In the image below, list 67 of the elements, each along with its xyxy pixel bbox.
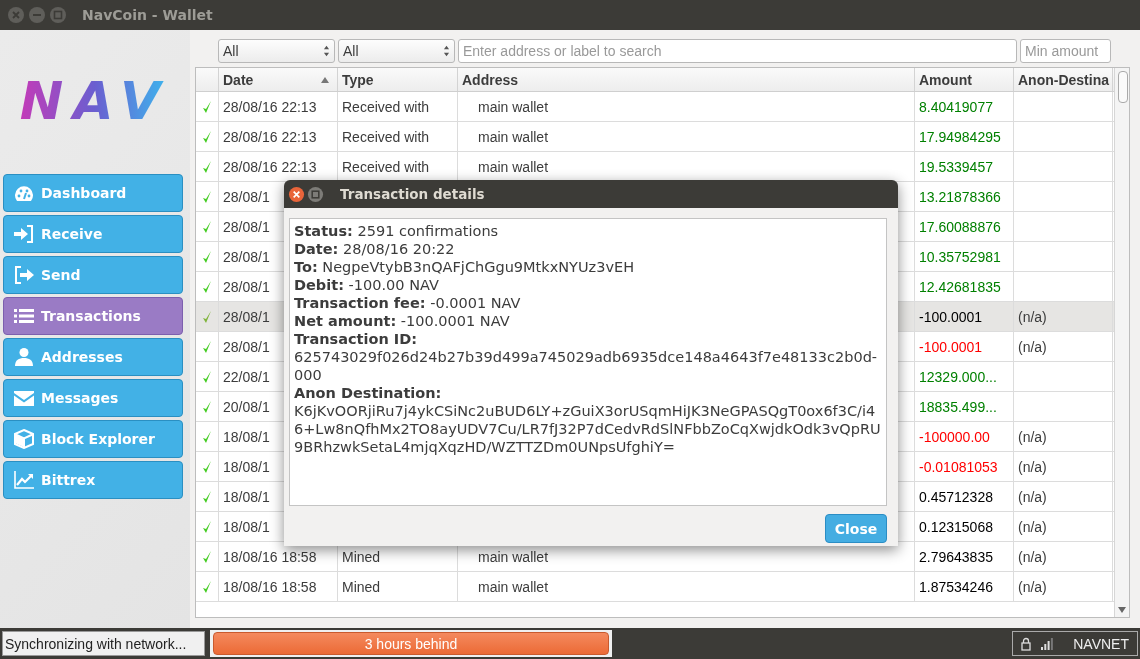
date-text: 28/08/16 22:13 [223, 128, 317, 145]
date-text: 18/08/16 18:58 [223, 548, 317, 565]
amount-text: 17.60088876 [919, 218, 1001, 235]
network-name: NAVNET [1073, 635, 1129, 652]
detail-label: Anon Destination: [294, 384, 443, 402]
amount-text: -100000.00 [919, 428, 990, 445]
date-text: 18/08/1 [223, 518, 270, 535]
anon-destination-text: (n/a) [1018, 458, 1047, 475]
type-text: Received with [342, 158, 430, 175]
detail-line: Net amount: -100.0001 NAV [294, 312, 511, 330]
address-text: main wallet [478, 548, 549, 565]
address-text: main wallet [478, 128, 549, 145]
date-text: 18/08/1 [223, 488, 270, 505]
date-text: 20/08/1 [223, 398, 270, 415]
amount-text: -100.0001 [919, 338, 983, 355]
type-text: Mined [342, 578, 381, 595]
date-text: 28/08/1 [223, 308, 270, 325]
anon-destination-text: (n/a) [1018, 578, 1047, 595]
progress-label: 3 hours behind [363, 634, 459, 654]
date-text: 28/08/1 [223, 218, 270, 235]
anon-destination-text: (n/a) [1018, 518, 1047, 535]
date-text: 18/08/16 18:58 [223, 578, 317, 595]
detail-value: K6jKvOORjiRu7j4ykCSiNc2uBUD6LY+zGuiX3orUSqmHiJK3NeGPASQgT0ox6f3C/i46+Lw8nQfhMx2TO8ayUDV7Cu/LR7fJ32P7dCedvRdSlNFbbZoCqXwjdkOdk3vQpRU9BRhzwkSetaL4mjqXqzHD/WZTTZDm0UNpsUfghiY= [294, 402, 882, 456]
type-text: Received with [342, 98, 430, 115]
detail-line: Status: 2591 confirmations [294, 222, 500, 240]
amount-text: 17.94984295 [919, 128, 1001, 145]
address-text: main wallet [478, 578, 549, 595]
date-text: 22/08/1 [223, 368, 270, 385]
anon-destination-text: (n/a) [1018, 338, 1047, 355]
date-text: 18/08/1 [223, 458, 270, 475]
sync-status-text: Synchronizing with network... [2, 631, 205, 656]
amount-text: 0.45712328 [919, 488, 993, 505]
amount-text: 13.21878366 [919, 188, 1001, 205]
detail-line: To: NegpeVtybB3nQAFjChGgu9MtkxNYUz3vEH [294, 258, 636, 276]
date-text: 28/08/16 22:13 [223, 98, 317, 115]
amount-text: 8.40419077 [919, 98, 993, 115]
amount-text: 18835.499... [919, 398, 997, 415]
amount-text: -0.01081053 [919, 458, 998, 475]
date-text: 28/08/1 [223, 278, 270, 295]
date-text: 28/08/16 22:13 [223, 158, 317, 175]
amount-text: -100.0001 [919, 308, 983, 325]
anon-destination-text: (n/a) [1018, 308, 1047, 325]
detail-line: Transaction fee: -0.0001 NAV [294, 294, 522, 312]
date-text: 28/08/1 [223, 338, 270, 355]
amount-text: 12329.000... [919, 368, 997, 385]
dialog-title: Transaction details [340, 186, 485, 202]
address-text: main wallet [478, 158, 549, 175]
detail-value: 625743029f026d24b27b39d499a745029adb6935dce148a4643f7e48133c2b0d-000 [294, 348, 879, 384]
detail-line: Debit: -100.00 NAV [294, 276, 440, 294]
amount-text: 2.79643835 [919, 548, 993, 565]
date-text: 28/08/1 [223, 188, 270, 205]
date-text: 18/08/1 [223, 428, 270, 445]
amount-text: 19.5339457 [919, 158, 993, 175]
amount-text: 0.12315068 [919, 518, 993, 535]
date-text: 28/08/1 [223, 248, 270, 265]
type-text: Mined [342, 548, 381, 565]
type-text: Received with [342, 128, 430, 145]
anon-destination-text: (n/a) [1018, 488, 1047, 505]
amount-text: 1.87534246 [919, 578, 993, 595]
window-title: NavCoin - Wallet [82, 7, 213, 23]
detail-label: Transaction ID: [294, 330, 419, 348]
detail-line: Date: 28/08/16 20:22 [294, 240, 456, 258]
amount-text: 10.35752981 [919, 248, 1001, 265]
amount-text: 12.42681835 [919, 278, 1001, 295]
anon-destination-text: (n/a) [1018, 428, 1047, 445]
address-text: main wallet [478, 98, 549, 115]
anon-destination-text: (n/a) [1018, 548, 1047, 565]
